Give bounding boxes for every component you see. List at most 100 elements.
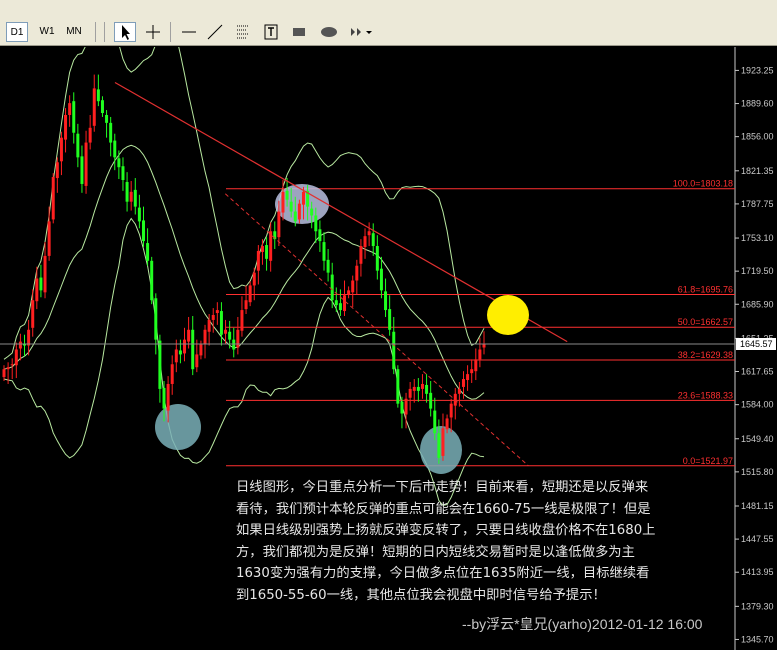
rectangle-icon[interactable] [288, 22, 310, 42]
candle-body [265, 245, 269, 259]
text-icon[interactable] [260, 22, 282, 42]
candle-body [330, 274, 334, 301]
candle-body [478, 349, 482, 360]
candle-body [269, 231, 273, 261]
horizontal-line-icon[interactable] [178, 22, 200, 42]
timeframe-mn-button[interactable]: MN [62, 22, 86, 42]
crosshair-icon[interactable] [142, 22, 164, 42]
candle-body [326, 259, 330, 273]
price-tick-label: 1447.55 [741, 534, 774, 544]
candle-body [322, 242, 326, 261]
candle-body [96, 89, 100, 102]
price-tick-label: 1753.10 [741, 233, 774, 243]
candle-body [158, 340, 162, 389]
candle-body [301, 191, 305, 205]
candle-body [293, 211, 297, 222]
candle-body [252, 272, 256, 286]
candle-body [363, 236, 367, 248]
candle-body [105, 114, 109, 123]
candle-body [166, 383, 170, 411]
candle-body [343, 295, 347, 312]
candle-body [10, 364, 14, 366]
candle-body [43, 255, 47, 293]
candle-body [2, 369, 6, 378]
ellipse-icon[interactable] [316, 22, 338, 42]
candle-body [211, 315, 215, 320]
author-signature: --by浮云*皇兄(yarho)2012-01-12 16:00 [462, 616, 703, 632]
candle-body [297, 203, 301, 220]
candle-body [396, 369, 400, 404]
candle-body [379, 268, 383, 291]
target-highlight [487, 295, 529, 335]
candle-body [14, 349, 18, 366]
candle-body [215, 310, 219, 314]
candle-body [281, 191, 285, 213]
candle-body [59, 137, 63, 162]
candle-body [150, 260, 154, 301]
candle-body [80, 156, 84, 184]
candle-body [240, 310, 244, 331]
candle-body [88, 127, 92, 143]
arrows-dropdown-icon[interactable] [346, 22, 374, 42]
price-tick-label: 1413.95 [741, 567, 774, 577]
candle-body [277, 211, 281, 238]
candle-body [125, 181, 129, 202]
candle-body [441, 428, 445, 456]
candle-body [191, 329, 195, 370]
timeframe-d1-button[interactable]: D1 [6, 22, 28, 42]
candle-body [256, 250, 260, 271]
price-tick-label: 1345.70 [741, 634, 774, 644]
candle-body [482, 343, 486, 348]
candle-body [260, 246, 264, 252]
candle-body [117, 158, 121, 168]
candle-body [72, 101, 76, 133]
candle-body [121, 166, 125, 181]
cursor-icon[interactable] [114, 22, 136, 42]
price-tick-label: 1617.65 [741, 367, 774, 377]
price-tick-label: 1685.90 [741, 299, 774, 309]
price-tick-label: 1549.40 [741, 434, 774, 444]
candle-body [367, 231, 371, 236]
candle-body [314, 215, 318, 232]
candle-body [133, 189, 137, 207]
candle-body [445, 418, 449, 430]
price-tick-label: 1856.00 [741, 132, 774, 142]
candle-body [416, 386, 420, 391]
candle-body [347, 290, 351, 295]
candle-body [388, 309, 392, 330]
candle-body [68, 103, 72, 115]
timeframe-w1-button[interactable]: W1 [36, 22, 58, 42]
candle-body [31, 300, 35, 328]
candle-body [154, 298, 158, 340]
price-tick-label: 1923.25 [741, 65, 774, 75]
candle-body [39, 277, 43, 291]
candle-body [318, 229, 322, 242]
candle-body [183, 339, 187, 354]
fib-level-label: 100.0=1803.18 [673, 179, 733, 189]
candle-body [351, 280, 355, 293]
candle-body [146, 243, 150, 261]
toolbar-separator [95, 22, 96, 42]
bottom-highlight-2 [420, 426, 462, 474]
candle-body [384, 291, 388, 311]
candle-body [170, 364, 174, 384]
candle-body [18, 341, 22, 349]
price-tick-label: 1379.30 [741, 601, 774, 611]
candle-body [224, 329, 228, 334]
trend-line-icon[interactable] [204, 22, 226, 42]
note-line: 1630变为强有力的支撑，今日做多点位在1635附近一线，目标继续看 [236, 566, 650, 581]
candle-body [203, 329, 207, 344]
candle-body [6, 367, 10, 370]
candle-body [76, 133, 80, 158]
candle-body [35, 278, 39, 302]
candle-body [47, 221, 51, 256]
fibonacci-icon[interactable] [232, 22, 254, 42]
candle-body [51, 177, 55, 220]
candle-body [195, 354, 199, 368]
price-tick-label: 1787.75 [741, 199, 774, 209]
candle-body [375, 246, 379, 271]
candle-body [371, 233, 375, 247]
fib-level-label: 50.0=1662.57 [678, 317, 733, 327]
candle-body [219, 311, 223, 335]
candle-body [404, 398, 408, 415]
